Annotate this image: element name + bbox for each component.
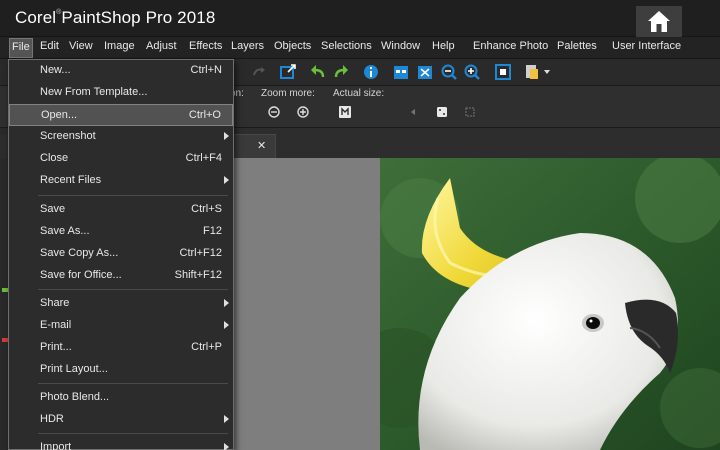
menu-palettes[interactable]: Palettes xyxy=(557,40,597,52)
nudge-left-icon[interactable] xyxy=(405,105,421,119)
actual-size-icon[interactable] xyxy=(337,105,353,119)
tab-close-icon[interactable]: ✕ xyxy=(257,139,266,152)
submenu-arrow-icon xyxy=(224,415,229,423)
submenu-arrow-icon xyxy=(224,132,229,140)
menu-view[interactable]: View xyxy=(69,40,93,52)
menu-item-email[interactable]: E-mail xyxy=(9,315,233,337)
menu-image[interactable]: Image xyxy=(104,40,135,52)
menu-item-screenshot[interactable]: Screenshot xyxy=(9,126,233,148)
paste-dropdown-icon[interactable] xyxy=(524,63,552,81)
grid-off-icon[interactable] xyxy=(462,105,478,119)
zoom-in-icon[interactable] xyxy=(463,63,481,81)
menu-file[interactable]: File xyxy=(9,38,33,58)
menu-item-share[interactable]: Share xyxy=(9,293,233,315)
menu-user-interface[interactable]: User Interface xyxy=(612,40,681,52)
fit-window-icon[interactable] xyxy=(416,63,434,81)
undo-icon[interactable] xyxy=(309,63,327,81)
menu-objects[interactable]: Objects xyxy=(274,40,311,52)
zoom-minus-button[interactable] xyxy=(266,105,282,119)
image-canvas[interactable] xyxy=(380,158,720,450)
info-icon[interactable] xyxy=(362,63,380,81)
menu-effects[interactable]: Effects xyxy=(189,40,222,52)
menu-item-save-for-office[interactable]: Save for Office... Shift+F12 xyxy=(9,265,233,287)
home-icon xyxy=(648,11,670,32)
redo-icon[interactable] xyxy=(332,63,350,81)
menu-item-new-from-template[interactable]: New From Template... xyxy=(9,82,233,104)
menu-separator xyxy=(38,195,228,196)
paintshop-window: Corel®PaintShop Pro 2018 File Edit View … xyxy=(0,0,720,450)
menu-item-photo-blend[interactable]: Photo Blend... xyxy=(9,387,233,409)
redo-disabled-icon[interactable] xyxy=(250,63,268,81)
menu-item-save-copy-as[interactable]: Save Copy As... Ctrl+F12 xyxy=(9,243,233,265)
menu-edit[interactable]: Edit xyxy=(40,40,59,52)
menu-item-new[interactable]: New... Ctrl+N xyxy=(9,60,233,82)
menu-separator xyxy=(38,433,228,434)
submenu-arrow-icon xyxy=(224,176,229,184)
menu-bar: File Edit View Image Adjust Effects Laye… xyxy=(0,37,720,59)
dice-icon[interactable] xyxy=(434,105,450,119)
menu-adjust[interactable]: Adjust xyxy=(146,40,177,52)
zoom-more-label: Zoom more: xyxy=(261,88,315,99)
crop-resize-icon[interactable] xyxy=(279,63,297,81)
cockatoo-photo xyxy=(380,158,720,450)
menu-separator xyxy=(38,289,228,290)
actual-size-label: Actual size: xyxy=(333,88,385,99)
submenu-arrow-icon xyxy=(224,299,229,307)
submenu-arrow-icon xyxy=(224,443,229,450)
zoom-out-icon[interactable] xyxy=(440,63,458,81)
menu-item-save-as[interactable]: Save As... F12 xyxy=(9,221,233,243)
menu-item-close[interactable]: Close Ctrl+F4 xyxy=(9,148,233,170)
menu-item-print[interactable]: Print... Ctrl+P xyxy=(9,337,233,359)
full-screen-icon[interactable] xyxy=(494,63,512,81)
menu-help[interactable]: Help xyxy=(432,40,455,52)
menu-layers[interactable]: Layers xyxy=(231,40,264,52)
menu-enhance-photo[interactable]: Enhance Photo xyxy=(473,40,548,52)
menu-window[interactable]: Window xyxy=(381,40,420,52)
menu-separator xyxy=(38,383,228,384)
menu-item-import[interactable]: Import xyxy=(9,437,233,450)
file-menu-dropdown: New... Ctrl+N New From Template... Open..… xyxy=(8,59,234,450)
menu-item-recent-files[interactable]: Recent Files xyxy=(9,170,233,192)
view-grid-icon[interactable] xyxy=(392,63,410,81)
zoom-plus-button[interactable] xyxy=(295,105,311,119)
app-title: Corel®PaintShop Pro 2018 xyxy=(15,8,216,27)
menu-selections[interactable]: Selections xyxy=(321,40,372,52)
menu-item-hdr[interactable]: HDR xyxy=(9,409,233,431)
menu-item-save[interactable]: Save Ctrl+S xyxy=(9,199,233,221)
home-button[interactable] xyxy=(636,6,682,37)
menu-item-print-layout[interactable]: Print Layout... xyxy=(9,359,233,381)
title-bar: Corel®PaintShop Pro 2018 xyxy=(0,0,720,37)
submenu-arrow-icon xyxy=(224,321,229,329)
menu-item-open[interactable]: Open... Ctrl+O xyxy=(9,104,233,126)
